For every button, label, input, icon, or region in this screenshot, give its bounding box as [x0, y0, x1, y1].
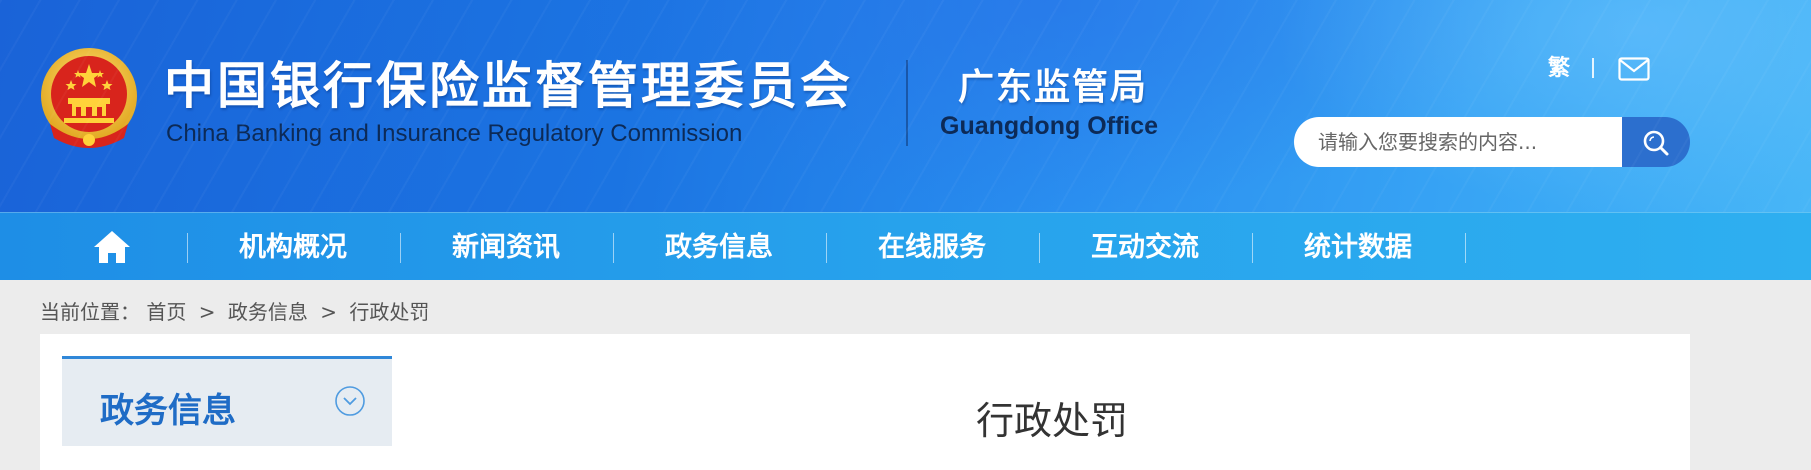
office-name-en: Guangdong Office: [940, 112, 1159, 140]
office-name-cn: 广东监管局: [958, 67, 1149, 108]
search-icon: [1643, 130, 1669, 156]
header-divider: [906, 60, 908, 146]
content-panel: 政务信息 行政处罚: [40, 334, 1690, 470]
traditional-chinese-link[interactable]: 繁: [1548, 56, 1570, 82]
sidebar-header[interactable]: 政务信息: [62, 356, 392, 446]
mail-icon[interactable]: [1618, 57, 1650, 81]
breadcrumb-current[interactable]: 行政处罚: [349, 300, 429, 324]
sidebar-title: 政务信息: [100, 391, 236, 431]
national-emblem-icon: [41, 48, 137, 148]
breadcrumb: 当前位置： 首页 > 政务信息 > 行政处罚: [40, 296, 429, 325]
page-title: 行政处罚: [976, 399, 1129, 443]
top-links-separator: [1592, 58, 1594, 78]
nav-item-news[interactable]: 新闻资讯: [400, 232, 612, 264]
nav-item-government-info[interactable]: 政务信息: [613, 232, 825, 264]
search-button[interactable]: [1622, 117, 1690, 167]
main-nav: 机构概况 新闻资讯 政务信息 在线服务 互动交流 统计数据: [0, 212, 1811, 280]
chevron-down-circle-icon[interactable]: [334, 385, 366, 417]
search-bar: [1294, 117, 1690, 167]
site-title-cn: 中国银行保险监督管理委员会: [164, 57, 853, 115]
breadcrumb-separator: >: [198, 300, 216, 324]
site-title-en: China Banking and Insurance Regulatory C…: [166, 120, 743, 147]
home-icon[interactable]: [92, 229, 132, 265]
breadcrumb-prefix: 当前位置：: [40, 300, 140, 324]
breadcrumb-home-link[interactable]: 首页: [146, 300, 186, 324]
nav-item-organization[interactable]: 机构概况: [187, 232, 399, 264]
nav-item-statistics[interactable]: 统计数据: [1252, 232, 1464, 264]
breadcrumb-separator: >: [320, 300, 337, 324]
search-input[interactable]: [1294, 117, 1624, 167]
breadcrumb-government-info-link[interactable]: 政务信息: [228, 300, 308, 324]
nav-item-interaction[interactable]: 互动交流: [1039, 232, 1251, 264]
site-header: 中国银行保险监督管理委员会 China Banking and Insuranc…: [0, 0, 1811, 212]
nav-item-online-services[interactable]: 在线服务: [826, 232, 1038, 264]
nav-separator: [1465, 233, 1466, 263]
